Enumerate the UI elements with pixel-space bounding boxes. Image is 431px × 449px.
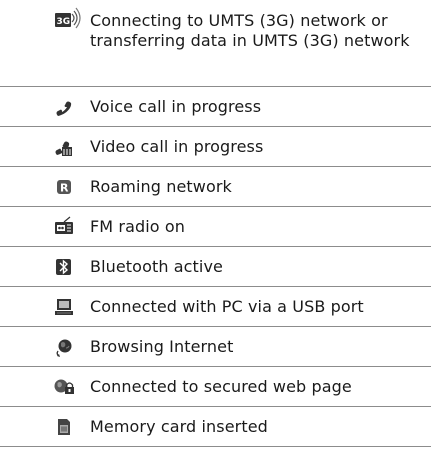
table-row: Browsing Internet [0, 327, 431, 367]
memory-card-icon [58, 419, 70, 435]
table-row: Video call in progress [0, 127, 431, 167]
table-row: Memory card inserted [0, 407, 431, 447]
row-description: FM radio on [90, 217, 185, 236]
row-description: Memory card inserted [90, 417, 268, 436]
pc-usb-icon [55, 299, 73, 315]
browsing-internet-icon [56, 339, 72, 357]
fm-radio-icon [55, 216, 73, 234]
table-row: R Roaming network [0, 167, 431, 207]
secured-web-page-icon [54, 379, 74, 394]
icon-table: 3G Connecting to UMTS (3G) network or tr… [0, 0, 431, 447]
umts-3g-icon: 3G [55, 7, 81, 29]
row-description: Connecting to UMTS (3G) network or trans… [90, 11, 410, 50]
row-description: Roaming network [90, 177, 232, 196]
row-description: Connected to secured web page [90, 377, 352, 396]
row-description: Browsing Internet [90, 337, 234, 356]
table-row: Voice call in progress [0, 87, 431, 127]
svg-text:3G: 3G [57, 17, 71, 27]
row-description: Bluetooth active [90, 257, 223, 276]
bluetooth-icon [56, 259, 71, 275]
video-call-icon [55, 141, 72, 156]
roaming-icon: R [57, 180, 71, 195]
table-row: Connected to secured web page [0, 367, 431, 407]
table-row: 3G Connecting to UMTS (3G) network or tr… [0, 0, 431, 87]
svg-text:R: R [60, 182, 69, 195]
table-row: FM radio on [0, 207, 431, 247]
row-description: Connected with PC via a USB port [90, 297, 364, 316]
table-row: Connected with PC via a USB port [0, 287, 431, 327]
voice-call-icon [56, 101, 72, 116]
table-row: Bluetooth active [0, 247, 431, 287]
row-description: Video call in progress [90, 137, 264, 156]
row-description: Voice call in progress [90, 97, 262, 116]
